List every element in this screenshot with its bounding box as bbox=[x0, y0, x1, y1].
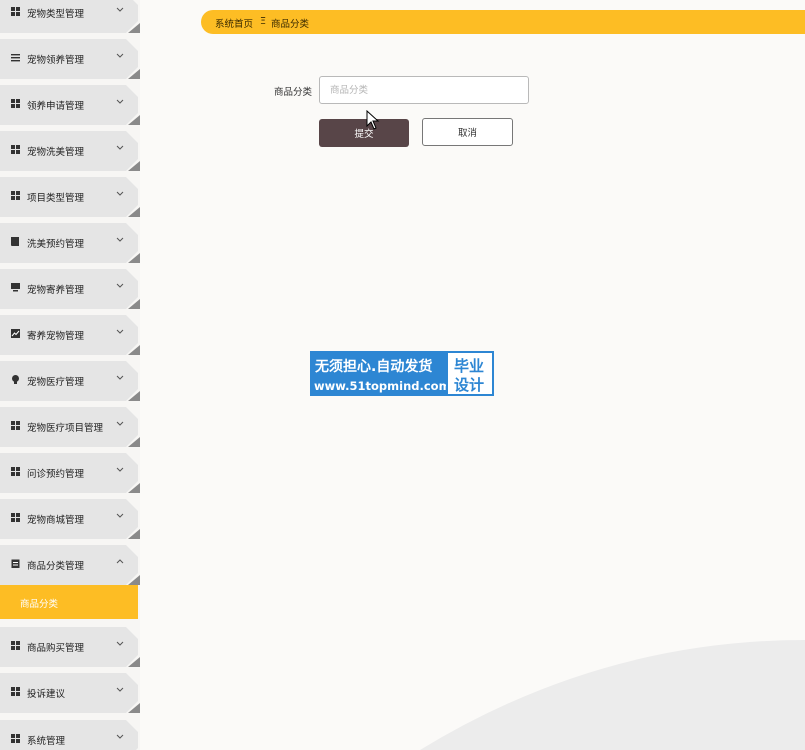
chart-icon bbox=[11, 329, 20, 338]
chevron-down-icon bbox=[115, 50, 125, 60]
sidebar-item-label: 系统管理 bbox=[27, 736, 66, 747]
chevron-down-icon bbox=[115, 510, 125, 520]
chevron-down-icon bbox=[115, 96, 125, 106]
sidebar-notch-decoration bbox=[128, 253, 140, 263]
sidebar-notch-decoration bbox=[128, 69, 140, 79]
chevron-down-icon bbox=[115, 326, 125, 336]
sidebar-item[interactable]: 商品购买管理 bbox=[0, 627, 138, 667]
sidebar-item-label: 宠物类型管理 bbox=[27, 9, 85, 20]
sidebar-notch-decoration bbox=[128, 391, 140, 401]
grid-icon bbox=[11, 421, 20, 430]
sidebar-notch-decoration bbox=[128, 115, 140, 125]
monitor-icon bbox=[11, 283, 20, 292]
bulb-icon bbox=[11, 375, 20, 384]
submit-button[interactable]: 提交 bbox=[319, 119, 409, 147]
grid-icon bbox=[11, 7, 20, 16]
grid-icon bbox=[11, 145, 20, 154]
list-icon bbox=[11, 53, 20, 62]
sidebar-notch-decoration bbox=[128, 161, 140, 171]
breadcrumb: 系统首页 Ξ 商品分类 bbox=[201, 10, 805, 34]
sidebar-item[interactable]: 问诊预约管理 bbox=[0, 453, 138, 493]
sidebar-item[interactable]: 项目类型管理 bbox=[0, 177, 138, 217]
grid-icon bbox=[11, 641, 20, 650]
grid-icon bbox=[11, 191, 20, 200]
grid-icon bbox=[11, 467, 20, 476]
sidebar: 宠物类型管理 宠物领养管理 领养申请管理 宠物洗美管理 项目类型管理 洗美预约管理 宠物寄养… bbox=[0, 0, 140, 750]
grid-icon bbox=[11, 513, 20, 522]
sidebar-item[interactable]: 宠物寄养管理 bbox=[0, 269, 138, 309]
watermark-slogan: 无须担心.自动发货 bbox=[315, 359, 433, 375]
watermark-left: 无须担心.自动发货 www.51topmind.com bbox=[310, 351, 451, 396]
chevron-down-icon bbox=[115, 234, 125, 244]
sidebar-item[interactable]: 宠物医疗项目管理 bbox=[0, 407, 138, 447]
chevron-down-icon bbox=[115, 464, 125, 474]
sidebar-notch-decoration bbox=[128, 703, 140, 713]
clipboard-icon bbox=[11, 559, 20, 568]
category-input[interactable] bbox=[319, 76, 529, 104]
sidebar-item-label: 投诉建议 bbox=[27, 689, 66, 700]
sidebar-subitem-active[interactable]: 商品分类 bbox=[0, 585, 138, 619]
sidebar-subitem-label: 商品分类 bbox=[20, 599, 59, 610]
mouse-cursor-icon bbox=[366, 110, 380, 130]
chevron-down-icon bbox=[115, 372, 125, 382]
book-icon bbox=[11, 237, 20, 246]
chevron-down-icon bbox=[115, 4, 125, 14]
sidebar-item[interactable]: 宠物商城管理 bbox=[0, 499, 138, 539]
sidebar-item-label: 洗美预约管理 bbox=[27, 239, 85, 250]
category-label: 商品分类 bbox=[274, 87, 313, 98]
sidebar-item-label: 宠物医疗项目管理 bbox=[27, 423, 104, 434]
chevron-down-icon bbox=[115, 638, 125, 648]
sidebar-notch-decoration bbox=[128, 657, 140, 667]
chevron-down-icon bbox=[115, 418, 125, 428]
watermark-right-line1: 毕业 bbox=[454, 357, 485, 375]
sidebar-item-label: 宠物商城管理 bbox=[27, 515, 85, 526]
sidebar-item-label: 商品分类管理 bbox=[27, 561, 85, 572]
sidebar-notch-decoration bbox=[128, 23, 140, 33]
sidebar-item-label: 项目类型管理 bbox=[27, 193, 85, 204]
cancel-button[interactable]: 取消 bbox=[422, 118, 513, 146]
sidebar-item[interactable]: 宠物洗美管理 bbox=[0, 131, 138, 171]
sidebar-item-label: 宠物寄养管理 bbox=[27, 285, 85, 296]
watermark-url: www.51topmind.com bbox=[314, 379, 451, 393]
grid-icon bbox=[11, 99, 20, 108]
sidebar-notch-decoration bbox=[128, 207, 140, 217]
sidebar-item[interactable]: 宠物领养管理 bbox=[0, 39, 138, 79]
sidebar-item-label: 商品购买管理 bbox=[27, 643, 85, 654]
grid-icon bbox=[11, 687, 20, 696]
sidebar-notch-decoration bbox=[128, 575, 140, 585]
chevron-down-icon bbox=[115, 280, 125, 290]
sidebar-item[interactable]: 洗美预约管理 bbox=[0, 223, 138, 263]
sidebar-item-label: 领养申请管理 bbox=[27, 101, 85, 112]
sidebar-item-label: 宠物洗美管理 bbox=[27, 147, 85, 158]
sidebar-item[interactable]: 商品分类管理 bbox=[0, 545, 138, 585]
sidebar-item[interactable]: 系统管理 bbox=[0, 720, 138, 750]
sidebar-item-label: 问诊预约管理 bbox=[27, 469, 85, 480]
sidebar-item[interactable]: 领养申请管理 bbox=[0, 85, 138, 125]
sidebar-item[interactable]: 寄养宠物管理 bbox=[0, 315, 138, 355]
breadcrumb-home[interactable]: 系统首页 bbox=[215, 16, 253, 30]
watermark-banner: 无须担心.自动发货 www.51topmind.com 毕业 设计 bbox=[310, 351, 494, 396]
breadcrumb-current: 商品分类 bbox=[271, 19, 310, 30]
chevron-up-icon bbox=[115, 556, 125, 566]
sidebar-item-label: 宠物医疗管理 bbox=[27, 377, 85, 388]
watermark-right-line2: 设计 bbox=[454, 376, 485, 394]
sidebar-item-label: 寄养宠物管理 bbox=[27, 331, 85, 342]
sidebar-notch-decoration bbox=[128, 483, 140, 493]
sidebar-item[interactable]: 宠物医疗管理 bbox=[0, 361, 138, 401]
grid-icon bbox=[11, 734, 20, 743]
sidebar-notch-decoration bbox=[128, 345, 140, 355]
sidebar-item[interactable]: 投诉建议 bbox=[0, 673, 138, 713]
watermark-right: 毕业 设计 bbox=[446, 351, 494, 396]
chevron-down-icon bbox=[115, 142, 125, 152]
sidebar-item-label: 宠物领养管理 bbox=[27, 55, 85, 66]
sidebar-notch-decoration bbox=[128, 437, 140, 447]
chevron-down-icon bbox=[115, 731, 125, 741]
chevron-down-icon bbox=[115, 684, 125, 694]
sidebar-notch-decoration bbox=[128, 299, 140, 309]
sidebar-notch-decoration bbox=[128, 529, 140, 539]
chevron-down-icon bbox=[115, 188, 125, 198]
breadcrumb-separator: Ξ bbox=[260, 16, 267, 27]
sidebar-item[interactable]: 宠物类型管理 bbox=[0, 0, 138, 33]
